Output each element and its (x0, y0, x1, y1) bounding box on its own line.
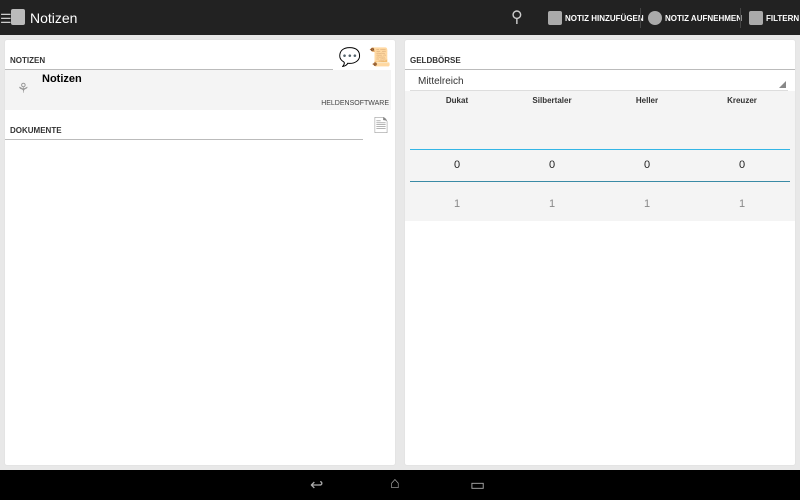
divider (5, 139, 363, 140)
record-note-button[interactable]: NOTIZ AUFNEHMEN (648, 9, 742, 27)
note-source: HELDENSOFTWARE (321, 100, 389, 107)
hero-icon: ⚘ (17, 80, 30, 96)
search-icon[interactable]: ⚲ (511, 7, 523, 27)
currency-rate: 1 (738, 198, 746, 210)
scroll-icon (11, 9, 25, 25)
input-underline (410, 181, 790, 182)
divider (640, 8, 641, 28)
divider (405, 69, 795, 70)
filter-button[interactable]: FILTERN (749, 9, 799, 27)
menu-icon[interactable]: ☰ (0, 11, 12, 27)
currency-amount[interactable]: 0 (697, 159, 787, 171)
region-select[interactable]: Mittelreich (410, 72, 788, 91)
currency-name: Dukat (445, 96, 469, 105)
note-title: Notizen (42, 73, 82, 85)
back-icon[interactable]: ↩ (310, 475, 323, 495)
currency-amount[interactable]: 0 (507, 159, 597, 171)
list-item[interactable]: ⚘ Notizen HELDENSOFTWARE (5, 70, 391, 110)
input-underline (410, 149, 790, 150)
currency-rate: 1 (453, 198, 461, 210)
currency-rate: 1 (548, 198, 556, 210)
notes-header: NOTIZEN (10, 56, 46, 65)
scroll-add-icon (548, 11, 562, 25)
currency-amount[interactable]: 0 (602, 159, 692, 171)
wallet-header: GELDBÖRSE (410, 56, 461, 65)
system-nav-bar: ↩ ⌂ ▭ (0, 470, 800, 500)
recent-apps-icon[interactable]: ▭ (470, 475, 485, 495)
add-note-button[interactable]: NOTIZ HINZUFÜGEN (548, 9, 644, 27)
currency-name: Silbertaler (532, 96, 572, 105)
home-icon[interactable]: ⌂ (390, 475, 400, 493)
currency-rate: 1 (643, 198, 651, 210)
currency-name: Kreuzer (727, 96, 757, 105)
chat-add-icon[interactable]: 💬 (337, 44, 363, 70)
app-title: Notizen (30, 10, 78, 26)
action-bar: ☰ Notizen ⚲ NOTIZ HINZUFÜGEN NOTIZ AUFNE… (0, 0, 800, 35)
filter-icon (749, 11, 763, 25)
dropdown-icon (779, 81, 786, 88)
divider (740, 8, 741, 28)
scroll-add-icon[interactable]: 📜 (367, 44, 393, 70)
document-search-icon[interactable]: 🗎 (368, 113, 394, 139)
currency-amount[interactable]: 0 (412, 159, 502, 171)
documents-header: DOKUMENTE (10, 126, 62, 135)
chat-add-icon (648, 11, 662, 25)
currency-name: Heller (635, 96, 659, 105)
